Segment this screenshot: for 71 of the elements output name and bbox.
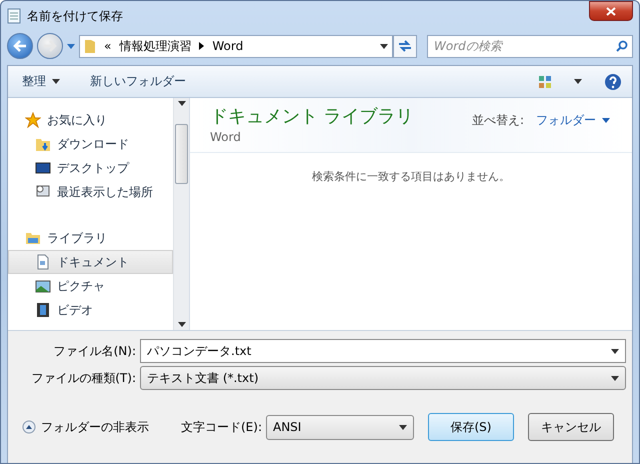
scrollbar[interactable] [173,98,189,330]
library-title: ドキュメント ライブラリ [210,105,414,128]
search-box[interactable]: Wordの検索 [427,34,633,58]
folder-icon [25,230,41,246]
sidebar-label: ドキュメント [57,254,129,270]
hide-folders-button[interactable]: フォルダーの非表示 [18,418,153,436]
help-icon[interactable] [604,72,622,90]
sidebar-group[interactable]: ライブラリ [8,226,173,250]
new-folder-button[interactable]: 新しいフォルダー [86,71,190,92]
caret-icon [611,348,619,354]
separator-arrow-icon[interactable] [199,42,204,50]
document-icon [35,254,51,270]
forward-button[interactable] [37,33,63,59]
sidebar-item[interactable]: デスクトップ [8,156,173,180]
sidebar-label: お気に入り [47,112,107,128]
organize-menu-button[interactable]: 整理 [18,71,64,92]
back-arrow-icon [13,40,27,52]
sidebar-item[interactable]: ドキュメント [8,250,173,274]
scroll-down-icon [178,322,186,327]
search-icon [616,40,628,52]
sidebar-item[interactable]: ピクチャ [8,274,173,298]
view-caret-icon [574,79,582,84]
refresh-icon [398,40,412,52]
sidebar-label: ビデオ [57,302,93,318]
refresh-button[interactable] [393,34,417,58]
window-title: 名前を付けて保存 [27,8,124,24]
encoding-label: 文字コード(E): [181,418,262,436]
back-button[interactable] [7,33,33,59]
close-icon [606,6,616,16]
sidebar-item[interactable]: ビデオ [8,298,173,322]
picture-icon [35,278,51,294]
folder-icon [84,38,96,54]
sidebar-item[interactable]: ダウンロード [8,132,173,156]
collapse-icon [22,420,36,434]
file-name-field[interactable]: パソコンデータ.txt [140,339,626,363]
scroll-up-icon [178,101,186,106]
star-icon [25,112,41,128]
history-caret-icon[interactable] [67,44,75,48]
empty-message: 検索条件に一致する項目はありません。 [311,169,511,184]
address-caret-icon [380,44,388,48]
sort-dropdown[interactable]: フォルダー [534,110,612,131]
encoding-dropdown[interactable]: ANSI [266,414,414,440]
view-options-icon[interactable] [538,74,552,88]
sidebar-group[interactable]: お気に入り [8,108,173,132]
folder-icon [35,136,51,152]
sidebar-label: デスクトップ [57,160,129,176]
save-button[interactable]: 保存(S) [428,413,514,441]
sidebar-label: 最近表示した場所 [57,184,153,200]
file-type-dropdown[interactable]: テキスト文書 (*.txt) [140,366,626,390]
film-icon [35,302,51,318]
file-type-label: ファイルの種類(T): [30,370,136,386]
monitor-icon [35,160,51,176]
scroll-thumb[interactable] [175,124,188,184]
sidebar-label: ピクチャ [57,278,105,294]
notepad-icon [7,8,21,24]
library-subtitle: Word [210,130,242,144]
breadcrumb-item[interactable]: Word [212,39,244,53]
file-name-label: ファイル名(N): [52,342,136,360]
caret-icon [52,79,60,84]
sort-label: 並べ替え: [472,112,524,129]
sidebar-label: ライブラリ [47,230,107,246]
sidebar-label: ダウンロード [57,136,129,152]
caret-icon [611,376,619,380]
caret-icon [602,118,610,123]
close-button[interactable] [589,1,633,21]
cancel-button[interactable]: キャンセル [528,413,614,441]
address-bar[interactable]: « 情報処理演習 Word [79,34,393,58]
sidebar-item[interactable]: 最近表示した場所 [8,180,173,204]
caret-icon [399,424,407,430]
breadcrumb-item[interactable]: 情報処理演習 [119,38,192,54]
overflow-chevron[interactable]: « [104,39,112,53]
